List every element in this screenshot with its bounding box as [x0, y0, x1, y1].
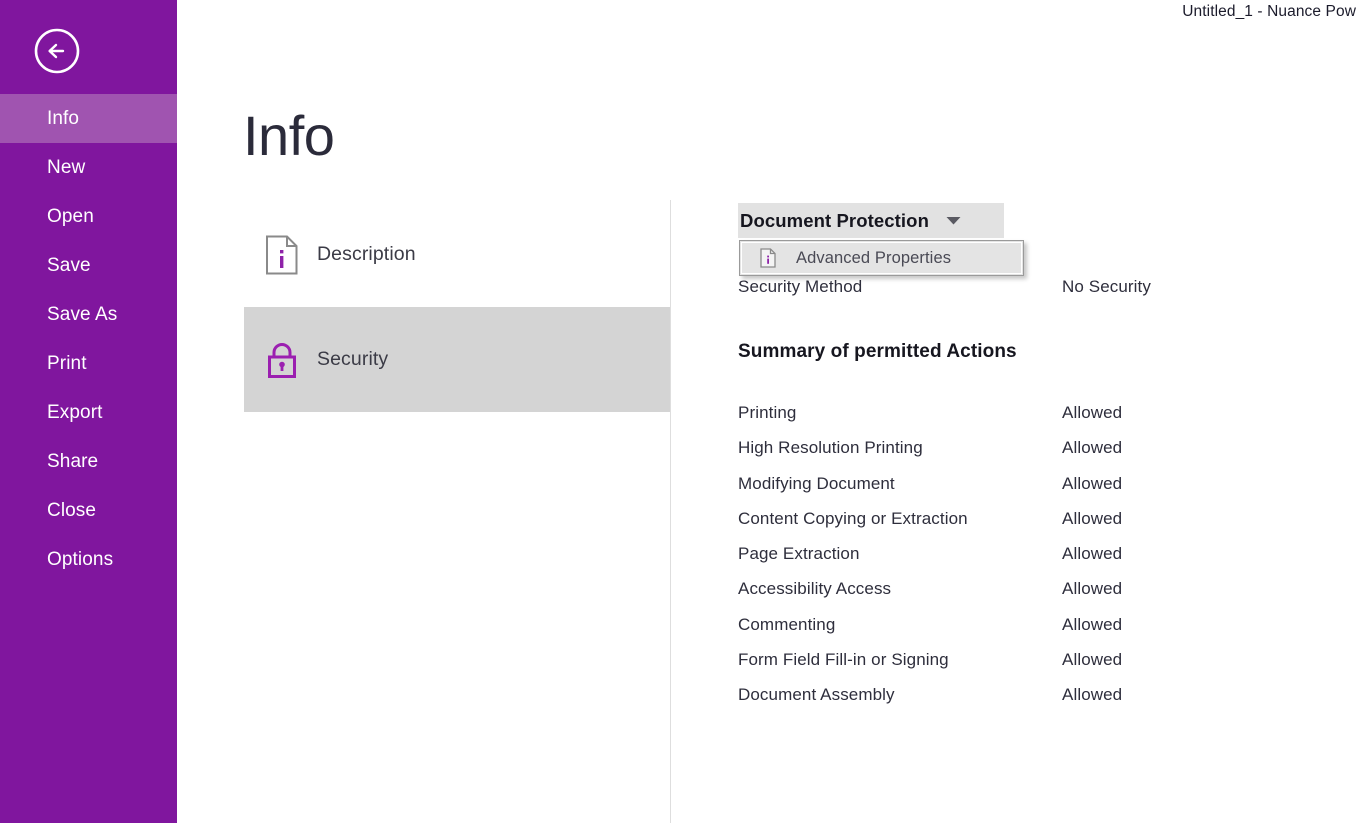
sidebar-item-label: Share: [47, 451, 98, 472]
table-row: Form Field Fill-in or Signing Allowed: [738, 650, 1356, 685]
tile-label: Description: [317, 243, 416, 266]
permission-status: Allowed: [1062, 438, 1122, 458]
permission-status: Allowed: [1062, 685, 1122, 705]
backstage-sidebar: Info New Open Save Save As Print Export …: [0, 0, 177, 823]
table-row: Page Extraction Allowed: [738, 544, 1356, 579]
permission-action: Content Copying or Extraction: [738, 509, 968, 529]
permission-action: Form Field Fill-in or Signing: [738, 650, 949, 670]
permission-status: Allowed: [1062, 650, 1122, 670]
dropdown-label: Document Protection: [740, 210, 929, 232]
permission-action: Modifying Document: [738, 474, 895, 494]
sidebar-item-label: Save: [47, 255, 91, 276]
sidebar-item-save[interactable]: Save: [0, 241, 177, 290]
permission-status: Allowed: [1062, 474, 1122, 494]
menu-item-label: Advanced Properties: [796, 249, 951, 268]
table-row: High Resolution Printing Allowed: [738, 438, 1356, 473]
sidebar-item-label: Info: [47, 108, 79, 129]
sidebar-item-save-as[interactable]: Save As: [0, 290, 177, 339]
document-info-icon: [255, 235, 309, 275]
sidebar-item-label: Save As: [47, 304, 117, 325]
sidebar-item-options[interactable]: Options: [0, 535, 177, 584]
permission-status: Allowed: [1062, 544, 1122, 564]
document-protection-dropdown[interactable]: Document Protection: [738, 203, 1004, 238]
permission-status: Allowed: [1062, 509, 1122, 529]
summary-heading: Summary of permitted Actions: [738, 341, 1017, 363]
sidebar-item-label: Open: [47, 206, 94, 227]
permission-action: Printing: [738, 403, 796, 423]
chevron-down-icon: [945, 215, 962, 226]
sidebar-item-close[interactable]: Close: [0, 486, 177, 535]
back-arrow-icon[interactable]: [33, 27, 81, 75]
backstage-content: Info Description: [177, 0, 1356, 823]
padlock-icon: [255, 340, 309, 380]
security-method-value: No Security: [1062, 277, 1151, 297]
permissions-table: Printing Allowed High Resolution Printin…: [738, 403, 1356, 721]
permission-status: Allowed: [1062, 615, 1122, 635]
permission-action: Accessibility Access: [738, 579, 891, 599]
window-title: Untitled_1 - Nuance Pow: [1182, 3, 1356, 21]
column-divider: [670, 200, 671, 823]
sidebar-item-info[interactable]: Info: [0, 94, 177, 143]
tile-security[interactable]: Security: [244, 307, 670, 412]
sidebar-item-new[interactable]: New: [0, 143, 177, 192]
title-bar: Untitled_1 - Nuance Pow: [0, 0, 1356, 26]
permission-action: Document Assembly: [738, 685, 895, 705]
tile-description[interactable]: Description: [244, 202, 670, 307]
sidebar-item-label: Options: [47, 549, 113, 570]
sidebar-nav: Info New Open Save Save As Print Export …: [0, 94, 177, 584]
table-row: Document Assembly Allowed: [738, 685, 1356, 720]
permission-status: Allowed: [1062, 403, 1122, 423]
permission-action: High Resolution Printing: [738, 438, 923, 458]
table-row: Accessibility Access Allowed: [738, 579, 1356, 614]
permission-action: Page Extraction: [738, 544, 860, 564]
sidebar-item-share[interactable]: Share: [0, 437, 177, 486]
permission-action: Commenting: [738, 615, 835, 635]
sidebar-item-label: New: [47, 157, 85, 178]
sidebar-item-label: Export: [47, 402, 103, 423]
document-info-icon: [753, 248, 783, 268]
sidebar-item-print[interactable]: Print: [0, 339, 177, 388]
sidebar-item-open[interactable]: Open: [0, 192, 177, 241]
sidebar-item-label: Close: [47, 500, 96, 521]
tile-label: Security: [317, 348, 388, 371]
table-row: Modifying Document Allowed: [738, 474, 1356, 509]
security-method-label: Security Method: [738, 277, 862, 297]
table-row: Commenting Allowed: [738, 615, 1356, 650]
sidebar-item-export[interactable]: Export: [0, 388, 177, 437]
page-title: Info: [243, 108, 334, 164]
sidebar-item-label: Print: [47, 353, 87, 374]
document-protection-menu[interactable]: Advanced Properties: [739, 240, 1024, 276]
table-row: Printing Allowed: [738, 403, 1356, 438]
category-tile-list: Description Security: [244, 202, 670, 412]
table-row: Content Copying or Extraction Allowed: [738, 509, 1356, 544]
permission-status: Allowed: [1062, 579, 1122, 599]
